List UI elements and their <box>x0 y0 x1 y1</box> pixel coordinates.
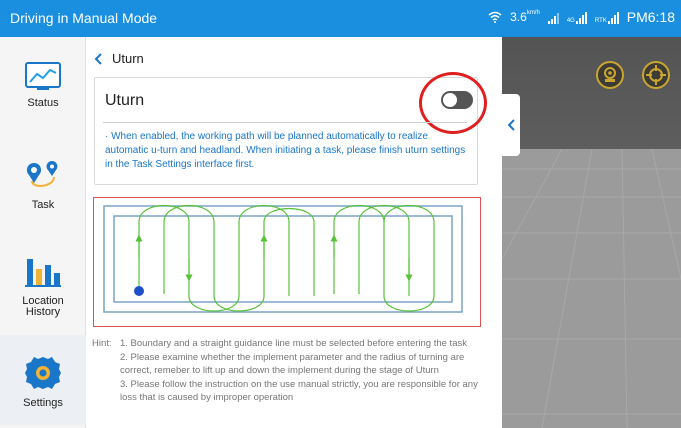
divider <box>103 122 467 123</box>
uturn-diagram <box>93 197 481 327</box>
route-icon <box>26 161 58 187</box>
speed-readout: 3.6km/h <box>510 10 540 24</box>
network-indicator: 4G <box>567 11 587 24</box>
gear-icon <box>25 357 61 389</box>
sidebar-item-label: Status <box>27 97 59 109</box>
rtk-label: RTK <box>594 17 607 24</box>
chevron-left-icon <box>507 119 515 131</box>
field-boundary-outer <box>103 205 463 313</box>
back-label: Uturn <box>112 51 144 66</box>
toggle-knob <box>443 93 457 107</box>
sidebar: Status Task Location History Settings <box>0 37 86 428</box>
hint-row: 3. Please follow the instruction on the … <box>92 378 492 405</box>
chevron-left-icon <box>94 52 102 65</box>
hint-block: Hint: 1. Boundary and a straight guidanc… <box>92 337 492 405</box>
network-label: 4G <box>566 17 575 24</box>
uturn-description: · When enabled, the working path will be… <box>105 131 466 170</box>
status-chart-icon <box>25 62 61 90</box>
sidebar-item-settings[interactable]: Settings <box>0 335 86 425</box>
bar-chart-icon <box>25 259 61 287</box>
map-view[interactable] <box>502 37 681 428</box>
hint-line: 3. Please follow the instruction on the … <box>120 378 478 404</box>
sidebar-item-location-history[interactable]: Location History <box>0 255 86 318</box>
camera-icon <box>604 67 616 82</box>
speed-value: 3.6 <box>510 10 527 24</box>
hint-row: 2. Please examine whether the implement … <box>92 351 492 378</box>
network-signal-icon <box>575 11 587 24</box>
sidebar-item-label: Task <box>31 199 55 211</box>
uturn-toggle[interactable] <box>441 91 473 109</box>
rtk-indicator: RTK <box>595 11 619 24</box>
start-point-marker <box>134 286 144 296</box>
uturn-path <box>135 204 435 312</box>
hint-row: Hint: 1. Boundary and a straight guidanc… <box>92 337 492 351</box>
collapse-panel-button[interactable] <box>502 94 520 156</box>
back-button[interactable]: Uturn <box>94 51 144 66</box>
hint-label: Hint: <box>92 338 112 349</box>
status-bar: Driving in Manual Mode 3.6km/h 4G RTK PM… <box>0 0 681 37</box>
sidebar-item-status[interactable]: Status <box>0 61 86 109</box>
clock: PM6:18 <box>626 9 675 25</box>
status-indicators: 3.6km/h 4G RTK PM6:18 <box>488 9 675 25</box>
speed-unit: km/h <box>526 10 540 16</box>
window-title: Driving in Manual Mode <box>10 10 158 26</box>
camera-button[interactable] <box>596 61 624 89</box>
ground-grid <box>502 149 681 428</box>
wifi-icon <box>488 11 502 23</box>
locate-crosshair-icon <box>646 65 666 85</box>
rtk-signal-icon <box>607 11 619 24</box>
sidebar-item-label: Location History <box>22 295 64 318</box>
uturn-settings-panel: Uturn Uturn · When enabled, the working … <box>86 37 502 428</box>
sidebar-item-label: Settings <box>23 397 63 409</box>
uturn-title: Uturn <box>105 92 145 109</box>
signal-icon <box>547 11 559 24</box>
uturn-card: Uturn · When enabled, the working path w… <box>94 72 487 185</box>
hint-line: 1. Boundary and a straight guidance line… <box>120 338 467 349</box>
hint-line: 2. Please examine whether the implement … <box>120 351 465 377</box>
locate-button[interactable] <box>642 61 670 89</box>
sidebar-item-task[interactable]: Task <box>0 159 86 211</box>
field-boundary-inner <box>113 215 453 303</box>
